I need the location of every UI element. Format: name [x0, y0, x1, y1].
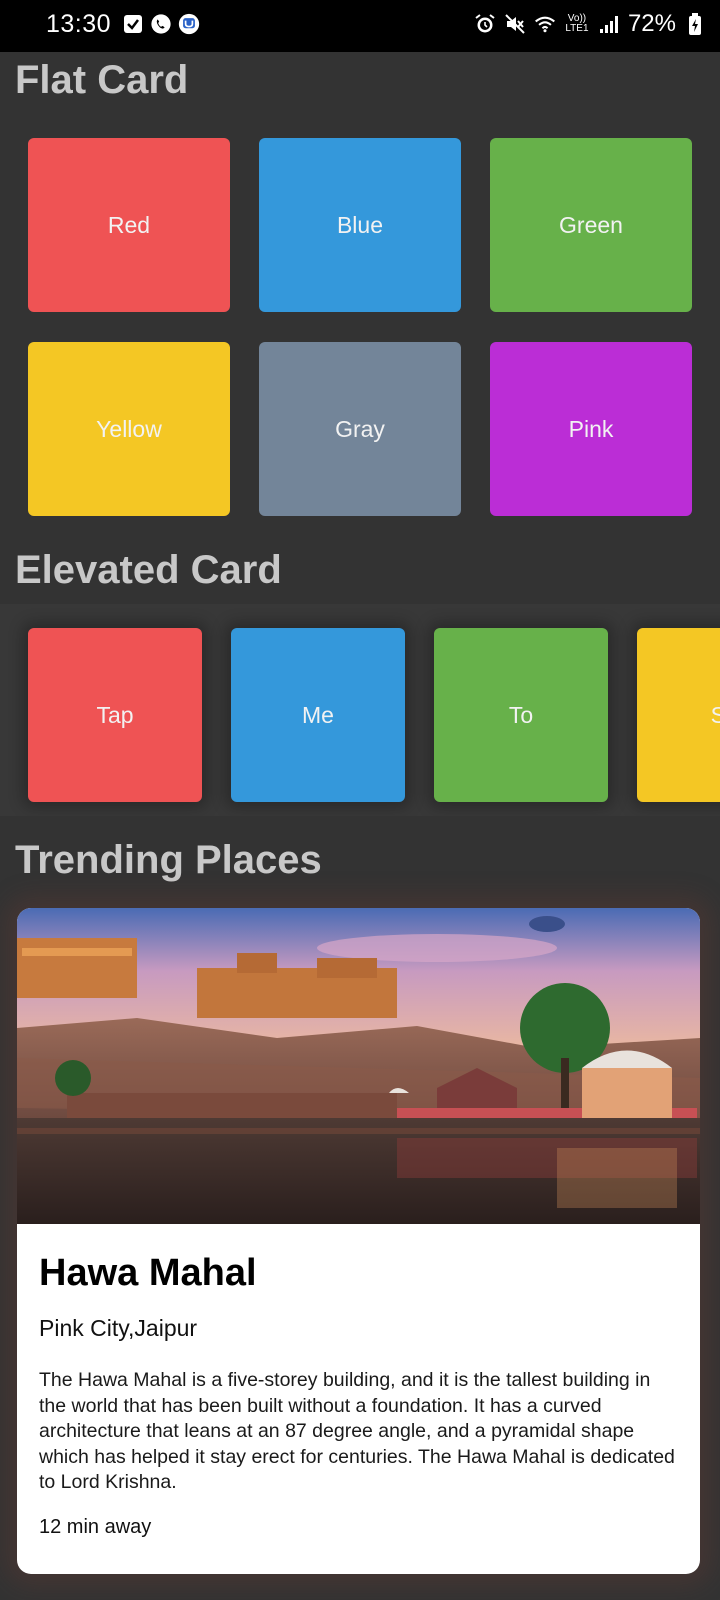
card-label: Red [107, 211, 151, 238]
elevated-card-title: Elevated Card [15, 548, 282, 592]
flat-card-gray[interactable]: Gray [259, 342, 461, 516]
card-label: Sc [710, 701, 720, 728]
elevated-card-scroll[interactable]: Sc [637, 628, 720, 802]
place-card[interactable]: Hawa Mahal Pink City,Jaipur The Hawa Mah… [17, 908, 700, 1574]
place-travel-time: 12 min away [39, 1516, 152, 1538]
whatsapp-icon [150, 13, 172, 35]
trending-places-title: Trending Places [15, 838, 322, 882]
card-label: To [508, 701, 534, 728]
card-label: Tap [96, 701, 134, 728]
card-label: Me [302, 701, 334, 728]
elevated-card-me[interactable]: Me [231, 628, 405, 802]
elevated-card-scroller[interactable]: Tap Me To Sc [0, 604, 720, 816]
flat-card-blue[interactable]: Blue [259, 138, 461, 312]
status-bar: 13:30 Vo)) LTE1 72% [0, 0, 720, 52]
alarm-icon [474, 13, 496, 35]
card-label: Gray [335, 415, 385, 442]
flat-card-green[interactable]: Green [490, 138, 692, 312]
flat-card-pink[interactable]: Pink [490, 342, 692, 516]
network-type-label: Vo)) LTE1 [565, 13, 589, 34]
flat-card-red[interactable]: Red [28, 138, 230, 312]
card-label: Pink [568, 415, 614, 442]
mute-icon [504, 13, 526, 35]
elevated-card-to[interactable]: To [434, 628, 608, 802]
card-label: Green [559, 211, 623, 238]
place-name: Hawa Mahal [39, 1252, 257, 1294]
signal-icon [598, 13, 620, 35]
battery-charging-icon [684, 13, 706, 35]
elevated-card-tap[interactable]: Tap [28, 628, 202, 802]
wifi-icon [534, 13, 556, 35]
notification-icons [122, 13, 200, 35]
checkbox-notification-icon [122, 13, 144, 35]
app-notification-icon [178, 13, 200, 35]
card-label: Blue [336, 211, 384, 238]
card-label: Yellow [96, 415, 162, 442]
place-photo [17, 908, 700, 1224]
flat-card-yellow[interactable]: Yellow [28, 342, 230, 516]
place-description: The Hawa Mahal is a five-storey building… [39, 1369, 675, 1493]
status-time: 13:30 [46, 10, 112, 38]
flat-card-title: Flat Card [15, 58, 189, 102]
battery-percentage: 72% [627, 10, 676, 37]
place-location: Pink City,Jaipur [39, 1315, 198, 1341]
system-status-icons: Vo)) LTE1 72% [474, 10, 706, 38]
